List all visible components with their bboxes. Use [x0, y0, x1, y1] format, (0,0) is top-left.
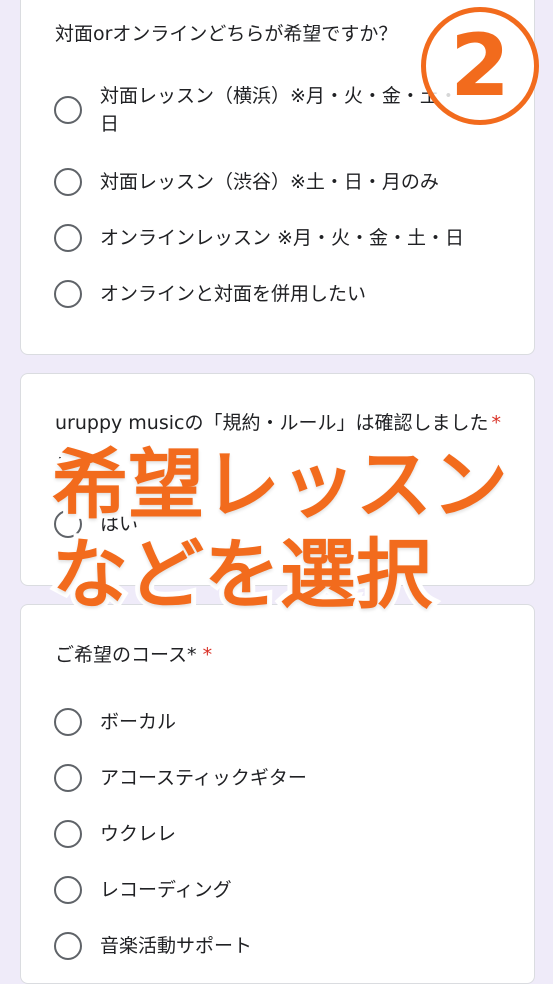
question-title: ご希望のコース* *: [55, 639, 504, 672]
option-label: 音楽活動サポート: [100, 935, 253, 957]
question-text: ご希望のコース*: [55, 644, 197, 666]
required-asterisk: *: [202, 644, 213, 666]
option-label: レコーディング: [100, 879, 232, 901]
radio-button[interactable]: [54, 168, 82, 196]
radio-option[interactable]: オンラインと対面を併用したい: [21, 274, 534, 314]
radio-button[interactable]: [54, 764, 82, 792]
option-label: ボーカル: [100, 711, 177, 733]
radio-option[interactable]: レコーディング: [21, 870, 534, 910]
radio-button[interactable]: [54, 224, 82, 252]
radio-button[interactable]: [54, 820, 82, 848]
option-label: アコースティックギター: [100, 767, 307, 789]
question-card-course: ご希望のコース* * ボーカル アコースティックギター ウクレレ レコーディング …: [20, 604, 535, 984]
radio-option[interactable]: ボーカル: [21, 702, 534, 742]
radio-option[interactable]: ウクレレ: [21, 814, 534, 854]
required-asterisk: *: [491, 412, 502, 434]
annotation-caption-line-2: などを選択: [47, 526, 437, 624]
radio-button[interactable]: [54, 876, 82, 904]
radio-button[interactable]: [54, 932, 82, 960]
radio-option[interactable]: 音楽活動サポート: [21, 926, 534, 966]
option-label: 対面レッスン（横浜）※月・火・金・土・日: [100, 85, 458, 135]
radio-button[interactable]: [54, 96, 82, 124]
option-label: オンラインと対面を併用したい: [100, 283, 367, 305]
radio-option[interactable]: 対面レッスン（渋谷）※土・日・月のみ: [21, 162, 534, 202]
radio-button[interactable]: [54, 280, 82, 308]
radio-option[interactable]: アコースティックギター: [21, 758, 534, 798]
option-label: オンラインレッスン ※月・火・金・土・日: [100, 227, 464, 249]
radio-option[interactable]: オンラインレッスン ※月・火・金・土・日: [21, 218, 534, 258]
step-number-badge: 2: [421, 7, 539, 125]
annotation-caption-line-1: 希望レッスン: [47, 436, 513, 534]
option-label: ウクレレ: [100, 823, 177, 845]
radio-button[interactable]: [54, 708, 82, 736]
option-label: 対面レッスン（渋谷）※土・日・月のみ: [100, 171, 439, 193]
